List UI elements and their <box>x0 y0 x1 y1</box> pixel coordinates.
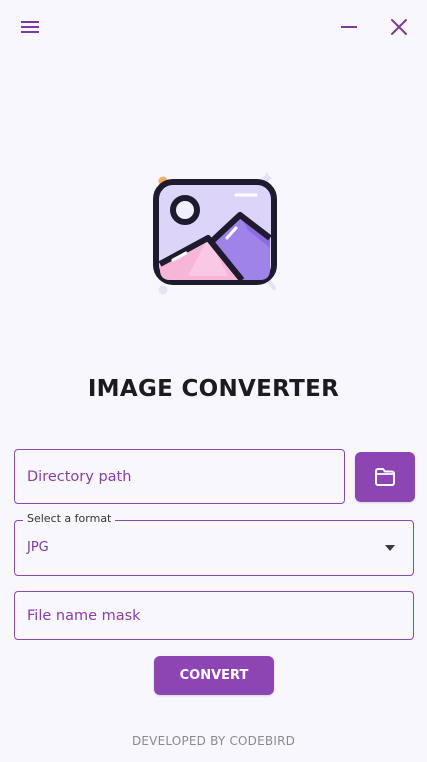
directory-path-input[interactable] <box>15 450 344 503</box>
minimize-button[interactable] <box>333 11 365 43</box>
close-icon <box>391 19 407 35</box>
format-select-label: Select a format <box>23 512 116 525</box>
file-name-mask-field[interactable] <box>14 591 414 640</box>
format-selected-value: JPG <box>27 540 49 555</box>
app-window: IMAGE CONVERTER Select a format JPG CONV… <box>0 0 427 762</box>
folder-icon <box>375 468 395 486</box>
close-button[interactable] <box>383 11 415 43</box>
image-picture-icon <box>150 168 282 298</box>
format-select[interactable]: Select a format JPG <box>14 512 414 576</box>
app-title: IMAGE CONVERTER <box>87 376 340 402</box>
title-bar <box>0 0 427 54</box>
directory-path-field[interactable] <box>14 449 345 504</box>
hamburger-menu-button[interactable] <box>14 11 46 43</box>
convert-button[interactable]: CONVERT <box>154 656 274 695</box>
minimize-icon <box>341 26 357 28</box>
file-name-mask-input[interactable] <box>15 592 413 639</box>
browse-folder-button[interactable] <box>355 452 415 502</box>
hamburger-menu-icon <box>21 21 39 33</box>
chevron-down-icon <box>385 545 395 551</box>
footer-credit: DEVELOPED BY CODEBIRD <box>131 734 296 748</box>
